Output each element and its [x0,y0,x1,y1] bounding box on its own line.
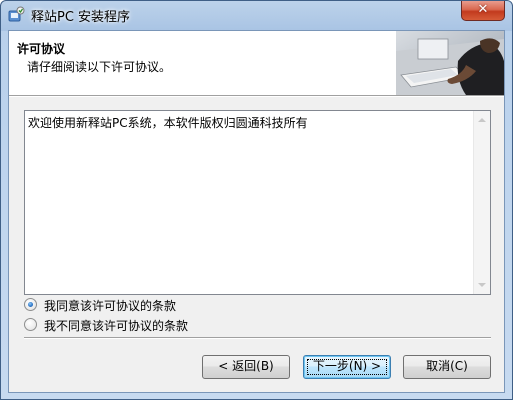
installer-app-icon [8,6,25,22]
button-area-divider-highlight [24,338,491,339]
decline-radio-option[interactable]: 我不同意该许可协议的条款 [24,317,224,333]
close-icon: ✕ [477,2,489,17]
page-title: 许可协议 [17,42,66,56]
focus-rectangle [307,359,387,375]
accept-radio-label[interactable]: 我同意该许可协议的条款 [44,297,176,314]
scroll-down-arrow-icon[interactable] [478,283,486,287]
accept-radio-button[interactable] [24,298,37,311]
decline-radio-button[interactable] [24,318,37,331]
license-scrollbar[interactable] [473,111,490,294]
close-button[interactable]: ✕ [461,1,505,21]
header-divider-highlight [9,96,504,97]
radio-selected-dot-icon [28,302,33,307]
license-text: 欢迎使用新释站PC系统，本软件版权归圆通科技所有 [28,116,308,130]
license-text-box[interactable]: 欢迎使用新释站PC系统，本软件版权归圆通科技所有 [24,110,491,295]
decline-radio-label[interactable]: 我不同意该许可协议的条款 [44,317,188,334]
title-bar[interactable]: 释站PC 安装程序 ✕ [1,1,512,29]
dialog-client-area: 许可协议 请仔细阅读以下许可协议。 欢迎使用新释站PC系统，本软件版权归圆通科技… [8,30,505,393]
back-button[interactable]: < 返回(B) [202,355,290,379]
header-banner-image [396,31,504,95]
next-button[interactable]: 下一步(N) > [303,355,391,379]
installer-window: 释站PC 安装程序 ✕ 许可协议 请仔细阅读以下许可协议。 欢迎使用新释站PC系… [0,0,513,400]
header-panel: 许可协议 请仔细阅读以下许可协议。 [9,31,504,95]
accept-radio-option[interactable]: 我同意该许可协议的条款 [24,297,224,313]
page-subtitle: 请仔细阅读以下许可协议。 [27,60,172,74]
window-title: 释站PC 安装程序 [31,10,131,25]
scroll-up-arrow-icon[interactable] [478,118,486,122]
cancel-button[interactable]: 取消(C) [403,355,491,379]
